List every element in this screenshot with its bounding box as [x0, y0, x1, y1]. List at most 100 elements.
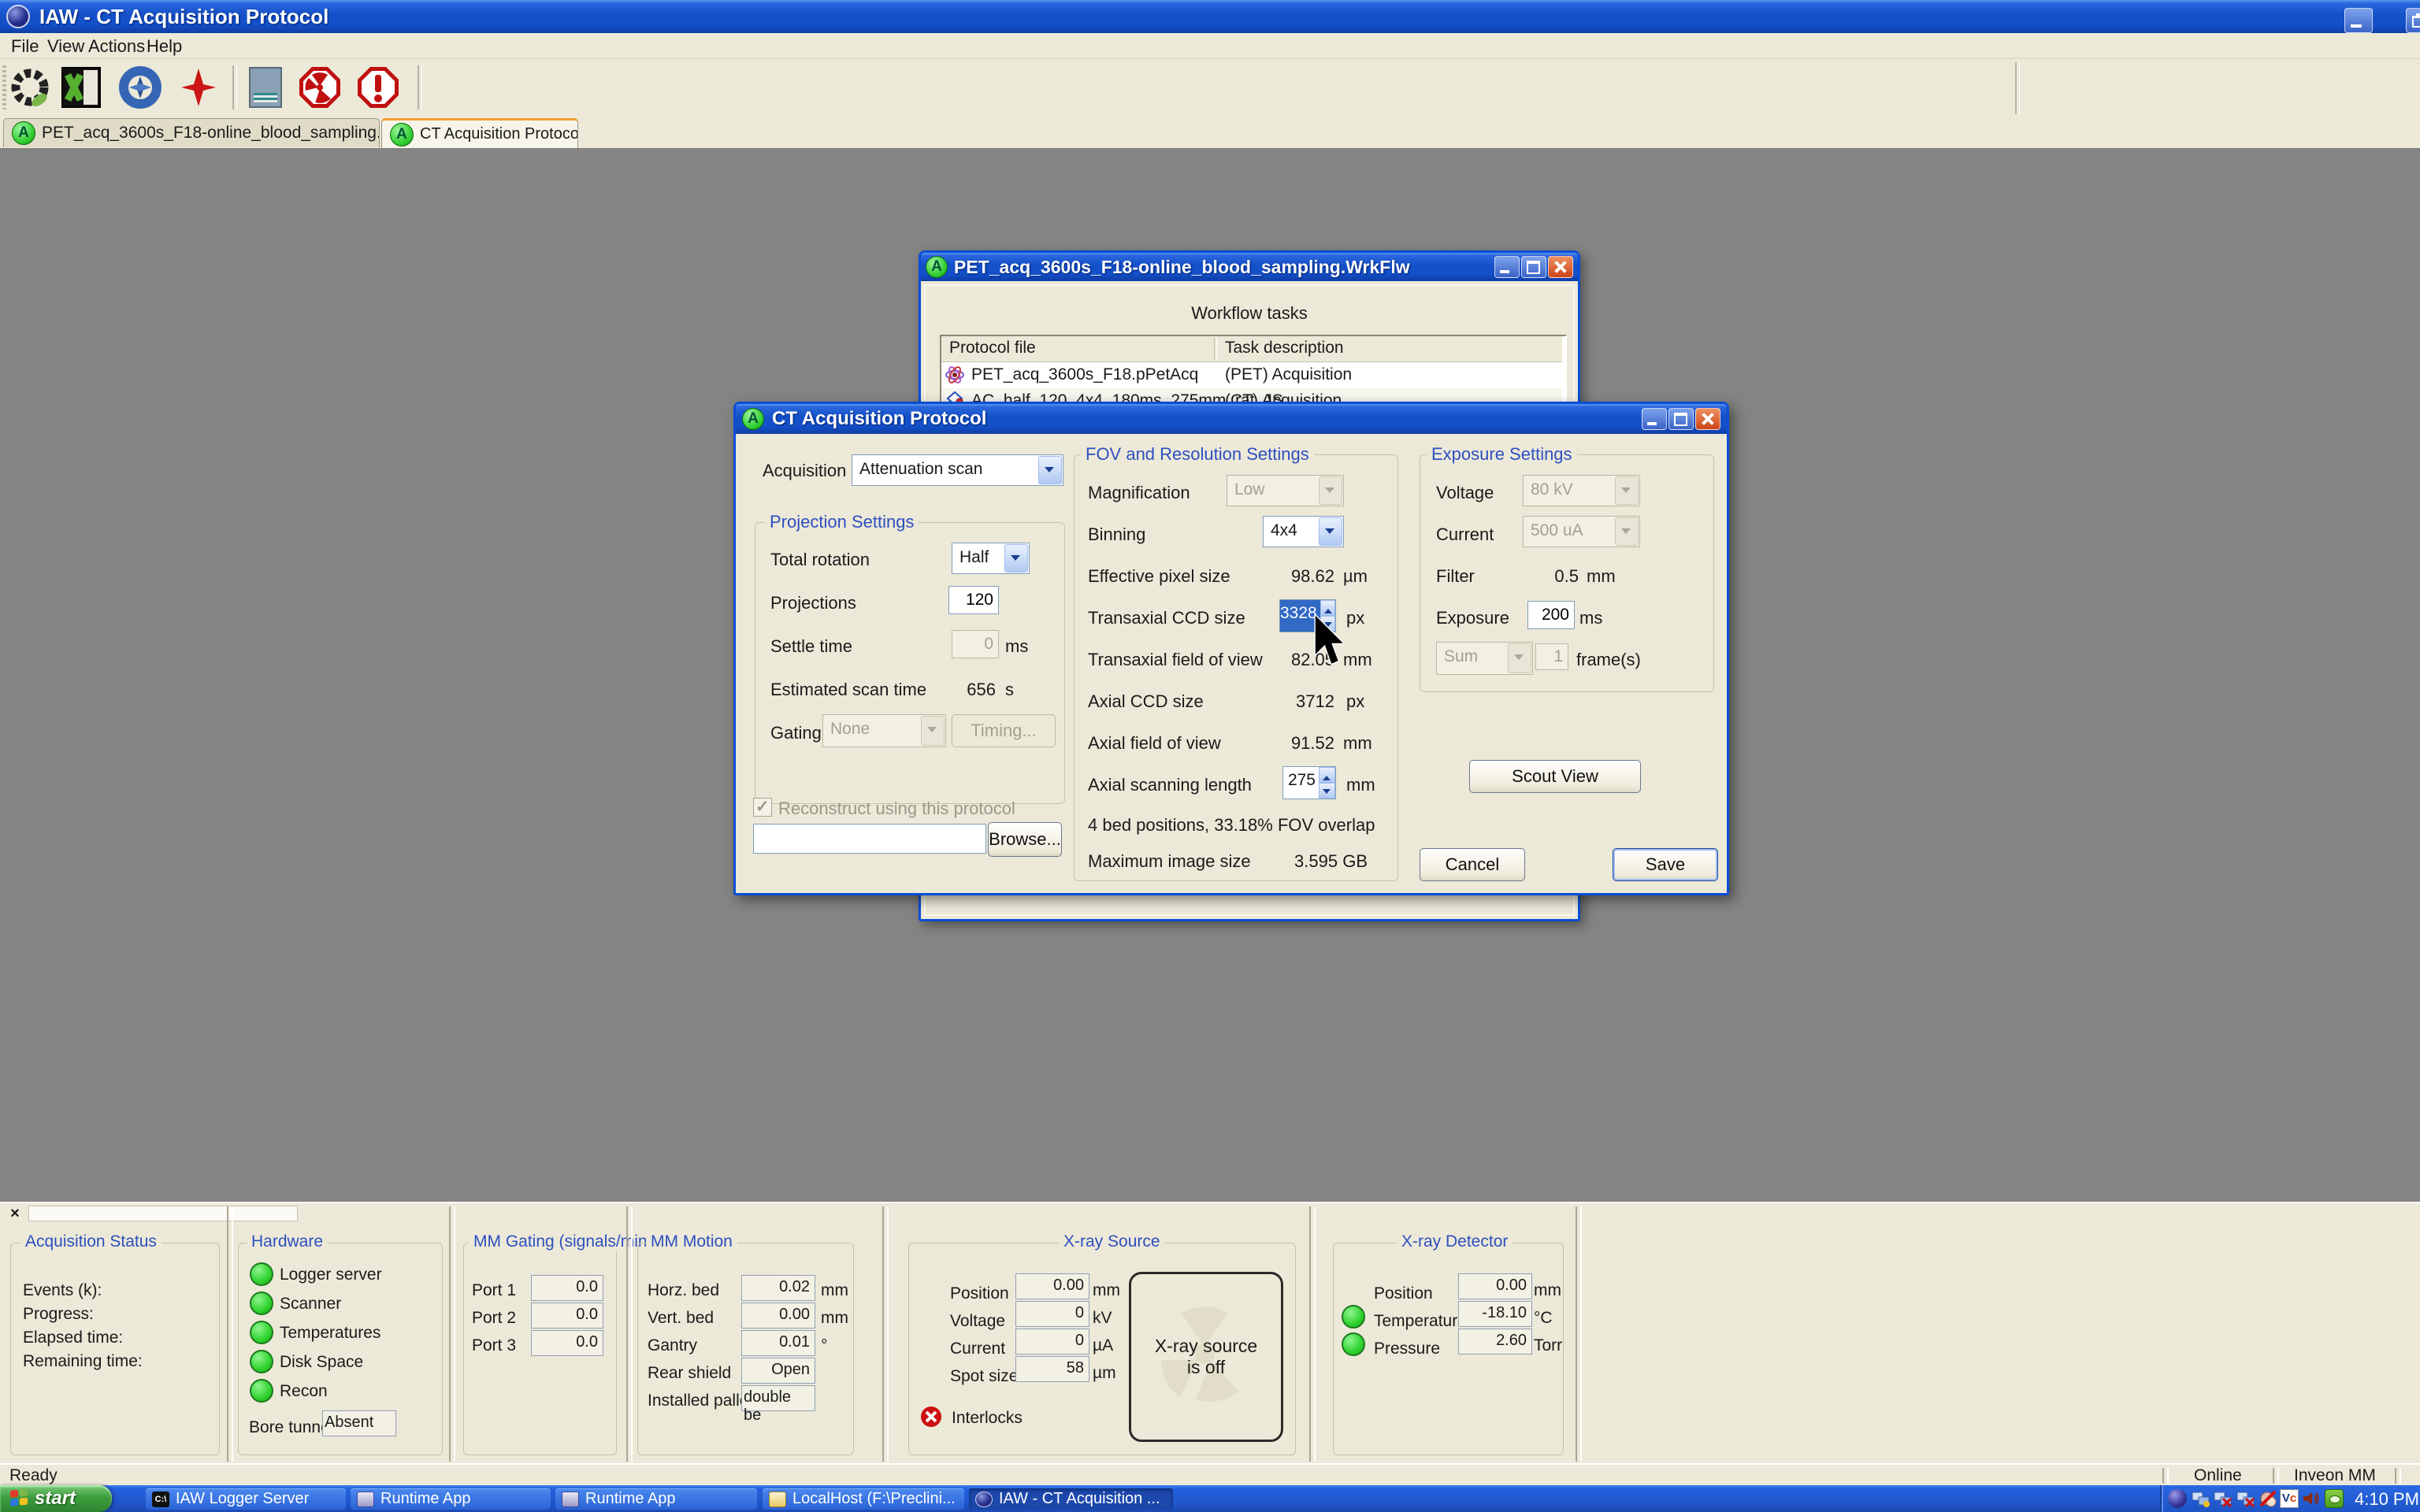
menu-help[interactable]: Help — [147, 36, 182, 57]
dock-splitter[interactable] — [1309, 1206, 1316, 1462]
dock-splitter[interactable] — [626, 1206, 633, 1462]
disabled-device-icon[interactable] — [2259, 1489, 2277, 1508]
task-runtime-app-1[interactable]: Runtime App — [351, 1488, 551, 1510]
reconstruct-path-input[interactable] — [753, 824, 986, 854]
table-row[interactable]: PET_acq_3600s_F18.pPetAcq (PET) Acquisit… — [941, 362, 1562, 388]
network-disconnected-icon[interactable] — [2214, 1489, 2233, 1508]
ct-close-button[interactable] — [1695, 408, 1720, 430]
chevron-down-icon[interactable] — [1004, 544, 1028, 573]
xray-off-button[interactable]: X-ray source is off — [1129, 1272, 1283, 1442]
projections-input[interactable] — [948, 586, 999, 614]
spin-down-icon[interactable] — [1319, 783, 1335, 799]
ct-maximize-button[interactable] — [1668, 408, 1694, 430]
binning-value: 4x4 — [1271, 521, 1297, 539]
events-label: Events (k): — [23, 1281, 102, 1299]
acquisition-combo[interactable]: Attenuation scan — [852, 454, 1063, 486]
spin-up-icon[interactable] — [1319, 767, 1335, 783]
msn-sphere-icon[interactable] — [2168, 1489, 2187, 1508]
axial-scan-length-spinner[interactable]: 275 — [1282, 766, 1336, 799]
xray-warning-icon[interactable] — [298, 65, 342, 109]
spin-up-icon[interactable] — [1319, 600, 1335, 616]
workflow-close-button[interactable] — [1548, 256, 1573, 278]
column-divider[interactable] — [1214, 338, 1217, 360]
axial-scan-length-label: Axial scanning length — [1088, 775, 1252, 795]
total-rotation-combo[interactable]: Half — [952, 543, 1030, 574]
detector-position-unit: mm — [1534, 1281, 1561, 1299]
logger-server-led — [250, 1262, 273, 1286]
browse-button[interactable]: Browse... — [988, 822, 1062, 857]
elapsed-time-label: Elapsed time: — [23, 1329, 124, 1347]
task-iaw-logger[interactable]: C:\ IAW Logger Server — [146, 1488, 346, 1510]
emergency-stop-icon[interactable] — [356, 65, 400, 109]
vnc-icon[interactable]: Vc — [2280, 1489, 2299, 1508]
status-divider — [2395, 1468, 2401, 1484]
tray-clock[interactable]: 4:10 PM — [2355, 1489, 2419, 1510]
ct-dialog-titlebar[interactable]: A CT Acquisition Protocol — [736, 404, 1727, 434]
chevron-down-icon[interactable] — [1319, 517, 1342, 546]
restore-button[interactable] — [2406, 8, 2420, 33]
menu-actions[interactable]: Actions — [88, 36, 145, 57]
folder-window-icon — [769, 1491, 786, 1507]
chevron-down-icon[interactable] — [1038, 456, 1062, 484]
gating-label: Gating — [770, 723, 822, 743]
volume-icon[interactable] — [2302, 1489, 2321, 1508]
ct-minimize-button[interactable] — [1642, 408, 1667, 430]
report-icon[interactable] — [249, 67, 282, 108]
navigator-icon[interactable] — [118, 65, 162, 109]
effective-pixel-size-unit: µm — [1343, 566, 1368, 586]
start-button[interactable]: start — [0, 1485, 112, 1512]
minimize-button[interactable] — [2344, 8, 2373, 33]
magnification-label: Magnification — [1088, 483, 1190, 502]
port1-label: Port 1 — [472, 1281, 517, 1299]
axial-ccd-unit: px — [1346, 691, 1365, 711]
toolbar-grip[interactable] — [2, 65, 6, 109]
dock-splitter[interactable] — [227, 1206, 233, 1462]
axial-fov-value: 91.52 — [1290, 733, 1334, 753]
acquisition-status-group: Acquisition Status Events (k): Progress:… — [10, 1232, 220, 1455]
network-disconnected-icon[interactable] — [2236, 1489, 2255, 1508]
acquire-spinner-icon[interactable] — [9, 67, 50, 108]
col-protocol-file[interactable]: Protocol file — [949, 339, 1036, 358]
chevron-down-icon — [1615, 517, 1639, 546]
dock-splitter[interactable] — [449, 1206, 455, 1462]
nvidia-eye — [2329, 1495, 2340, 1503]
tab-workflow[interactable]: A PET_acq_3600s_F18-online_blood_samplin… — [3, 118, 380, 147]
workflow-titlebar[interactable]: A PET_acq_3600s_F18-online_blood_samplin… — [921, 253, 1578, 281]
toolbar-band-edge — [2015, 62, 2020, 114]
dock-grip[interactable] — [28, 1206, 298, 1221]
add-protocol-icon[interactable] — [180, 67, 217, 108]
workflow-window-icon: A — [926, 256, 948, 278]
report-lines — [254, 93, 277, 102]
tab-ct-protocol[interactable]: A CT Acquisition Protocol5 — [381, 118, 578, 148]
dock-splitter[interactable] — [882, 1206, 889, 1462]
menu-view[interactable]: View — [47, 36, 84, 57]
dock-splitter[interactable] — [1576, 1206, 1582, 1462]
task-iaw-ct-acquisition[interactable]: IAW - CT Acquisition ... — [969, 1488, 1173, 1510]
nvidia-icon[interactable] — [2325, 1489, 2344, 1508]
app-icon — [6, 5, 30, 28]
bed-positions-info: 4 bed positions, 33.18% FOV overlap — [1088, 815, 1375, 835]
port1-value: 0.0 — [531, 1275, 603, 1301]
scanner-led — [250, 1292, 273, 1315]
axial-scan-length-value[interactable]: 275 — [1283, 767, 1319, 799]
scout-view-button[interactable]: Scout View — [1469, 760, 1641, 793]
task-localhost[interactable]: LocalHost (F:\Preclini... — [763, 1488, 964, 1510]
task-runtime-app-2[interactable]: Runtime App — [555, 1488, 757, 1510]
col-task-description[interactable]: Task description — [1225, 339, 1344, 358]
frame-count-input — [1535, 643, 1568, 670]
binning-combo[interactable]: 4x4 — [1263, 516, 1344, 547]
network-icon[interactable] — [2192, 1489, 2210, 1508]
exposure-input[interactable] — [1527, 601, 1575, 629]
dock-close-icon[interactable]: × — [5, 1205, 25, 1224]
workflow-maximize-button[interactable] — [1521, 256, 1546, 278]
excel-export-icon[interactable] — [61, 67, 101, 108]
source-voltage-value: 0 — [1015, 1301, 1089, 1327]
acquisition-value: Attenuation scan — [859, 460, 983, 478]
save-button[interactable]: Save — [1613, 848, 1718, 881]
main-titlebar: IAW - CT Acquisition Protocol — [0, 0, 2420, 33]
menu-file[interactable]: File — [11, 36, 39, 57]
workflow-minimize-button[interactable] — [1494, 256, 1520, 278]
frames-unit: frame(s) — [1576, 650, 1641, 669]
tab-bar: A PET_acq_3600s_F18-online_blood_samplin… — [0, 117, 2420, 148]
cancel-button[interactable]: Cancel — [1420, 848, 1525, 881]
